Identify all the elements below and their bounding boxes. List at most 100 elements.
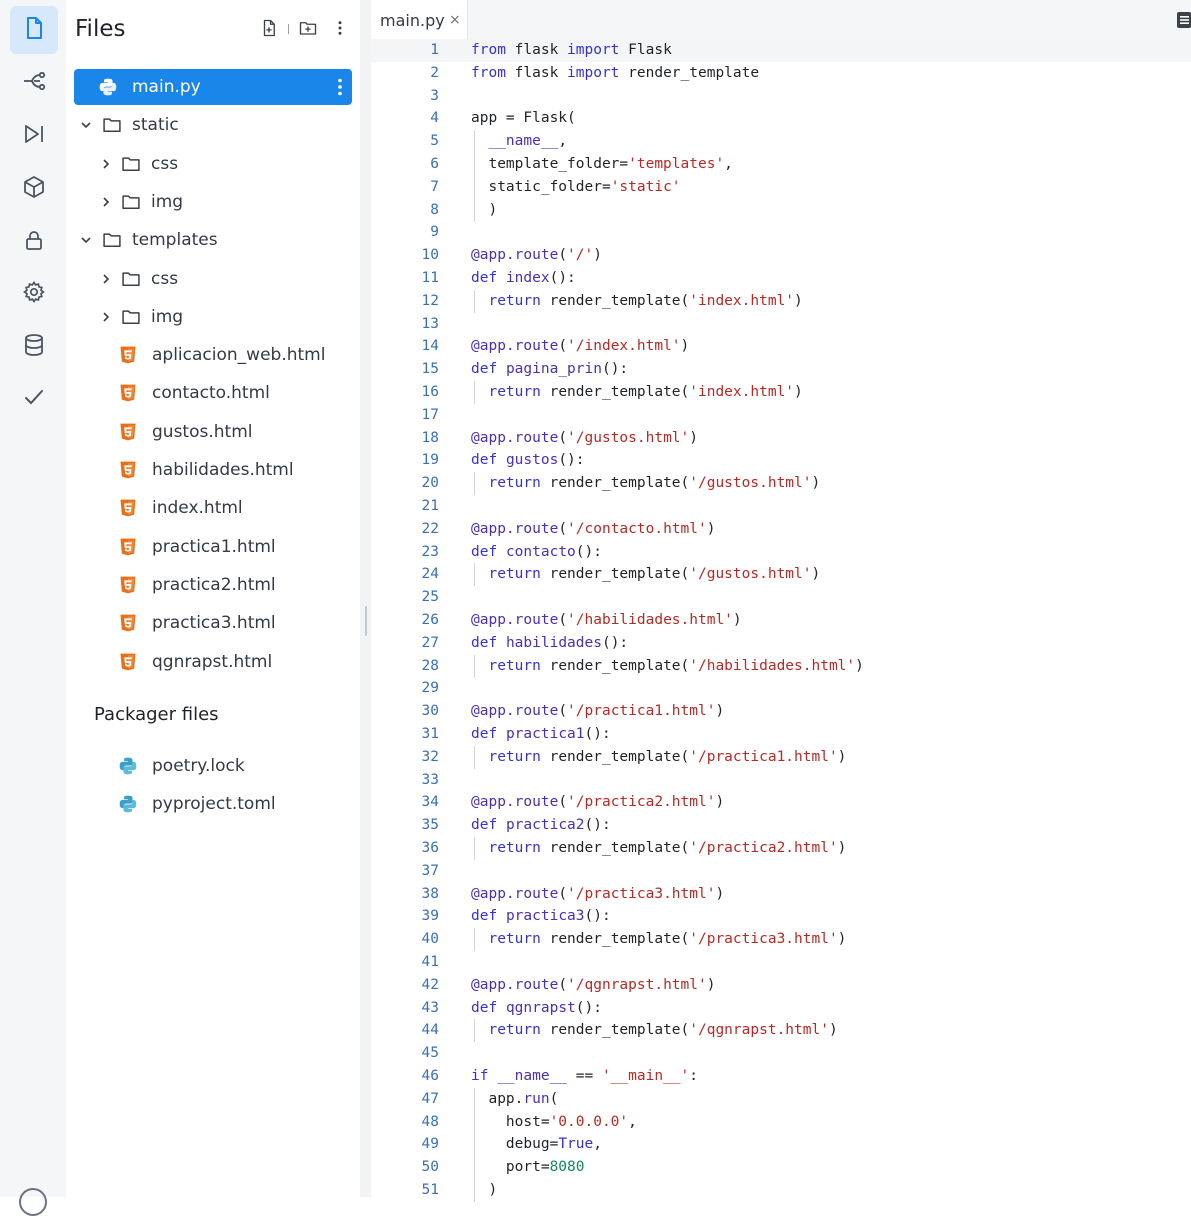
activity-bar — [0, 0, 67, 1216]
code-line[interactable]: 40 return render_template('/practica3.ht… — [371, 928, 1191, 951]
code-line[interactable]: 49 debug=True, — [371, 1133, 1191, 1156]
code-token: ( — [558, 886, 568, 902]
tree-file[interactable]: gustos.html — [74, 414, 352, 450]
code-line[interactable]: 51 ) — [371, 1179, 1191, 1202]
code-line[interactable]: 25 — [371, 586, 1191, 609]
files-menu-button[interactable] — [330, 20, 350, 40]
code-line[interactable]: 30 @app.route('/practica1.html') — [371, 700, 1191, 723]
code-line[interactable]: 28 return render_template('/habilidades.… — [371, 655, 1191, 678]
code-line[interactable]: 18 @app.route('/gustos.html') — [371, 427, 1191, 450]
code-line[interactable]: 5 __name__, — [371, 130, 1191, 153]
new-file-button[interactable] — [259, 19, 279, 40]
code-line[interactable]: 14 @app.route('/index.html') — [371, 335, 1191, 358]
chevron-right-icon[interactable] — [100, 196, 112, 208]
chevron-down-icon[interactable] — [80, 119, 92, 131]
code-line[interactable]: 9 — [371, 221, 1191, 244]
chevron-right-icon[interactable] — [100, 158, 112, 170]
settings-tool-button[interactable] — [10, 270, 58, 318]
tree-file[interactable]: habilidades.html — [74, 452, 352, 488]
more-vertical-icon[interactable] — [338, 78, 342, 96]
code-line[interactable]: 24 return render_template('/gustos.html'… — [371, 563, 1191, 586]
code-line[interactable]: 42 @app.route('/qgnrapst.html') — [371, 974, 1191, 997]
code-line[interactable]: 2 from flask import render_template — [371, 62, 1191, 85]
code-line[interactable]: 1 from flask import Flask — [371, 39, 1191, 62]
chevron-right-icon[interactable] — [100, 311, 112, 323]
code-line[interactable]: 21 — [371, 495, 1191, 518]
tree-file[interactable]: aplicacion_web.html — [74, 337, 352, 373]
tree-file[interactable]: index.html — [74, 490, 352, 526]
git-tool-button[interactable] — [10, 59, 58, 107]
code-line[interactable]: 15 def pagina_prin(): — [371, 358, 1191, 381]
packager-file[interactable]: pyproject.toml — [74, 786, 352, 822]
code-line[interactable]: 26 @app.route('/habilidades.html') — [371, 609, 1191, 632]
code-line[interactable]: 29 — [371, 677, 1191, 700]
code-line[interactable]: 16 return render_template('index.html') — [371, 381, 1191, 404]
code-line[interactable]: 48 host='0.0.0.0', — [371, 1111, 1191, 1134]
tree-file[interactable]: contacto.html — [74, 375, 352, 411]
close-icon[interactable]: × — [449, 12, 461, 28]
run-tool-button[interactable] — [10, 112, 58, 160]
code-line[interactable]: 36 return render_template('/practica2.ht… — [371, 837, 1191, 860]
code-line[interactable]: 37 — [371, 860, 1191, 883]
help-icon[interactable] — [19, 1188, 47, 1216]
code-line[interactable]: 46 if __name__ == '__main__': — [371, 1065, 1191, 1088]
code-token: (): — [575, 544, 602, 560]
code-line[interactable]: 11 def index(): — [371, 267, 1191, 290]
code-line[interactable]: 13 — [371, 313, 1191, 336]
tree-file[interactable]: practica3.html — [74, 605, 352, 641]
code-line[interactable]: 19 def gustos(): — [371, 449, 1191, 472]
code-line[interactable]: 6 template_folder='templates', — [371, 153, 1191, 176]
editor-menu-icon[interactable] — [1177, 11, 1191, 29]
code-line[interactable]: 23 def contacto(): — [371, 541, 1191, 564]
code-line[interactable]: 32 return render_template('/practica1.ht… — [371, 746, 1191, 769]
code-line[interactable]: 43 def qgnrapst(): — [371, 997, 1191, 1020]
tree-folder[interactable]: img — [74, 299, 352, 335]
code-line[interactable]: 34 @app.route('/practica2.html') — [371, 791, 1191, 814]
chevron-right-icon[interactable] — [100, 273, 112, 285]
code-line[interactable]: 12 return render_template('index.html') — [371, 290, 1191, 313]
tab-main-py[interactable]: main.py × — [371, 0, 468, 40]
code-line[interactable]: 7 static_folder='static' — [371, 176, 1191, 199]
code-line[interactable]: 38 @app.route('/practica3.html') — [371, 883, 1191, 906]
files-tool-button[interactable] — [10, 6, 58, 54]
code-token: ) — [706, 977, 716, 993]
code-line[interactable]: 10 @app.route('/') — [371, 244, 1191, 267]
code-line[interactable]: 17 — [371, 404, 1191, 427]
code-line[interactable]: 39 def practica3(): — [371, 905, 1191, 928]
code-line[interactable]: 20 return render_template('/gustos.html'… — [371, 472, 1191, 495]
code-line[interactable]: 35 def practica2(): — [371, 814, 1191, 837]
code-line[interactable]: 44 return render_template('/qgnrapst.htm… — [371, 1019, 1191, 1042]
panel-splitter[interactable] — [360, 0, 371, 1197]
code-token: return — [488, 566, 541, 582]
code-line[interactable]: 45 — [371, 1042, 1191, 1065]
tree-folder[interactable]: img — [74, 184, 352, 220]
code-line[interactable]: 50 port=8080 — [371, 1156, 1191, 1179]
code-line[interactable]: 22 @app.route('/contacto.html') — [371, 518, 1191, 541]
files-panel: Files main.py static css img templates css img… — [66, 0, 360, 1197]
code-line[interactable]: 31 def practica1(): — [371, 723, 1191, 746]
code-line[interactable]: 4 app = Flask( — [371, 107, 1191, 130]
chevron-down-icon[interactable] — [80, 234, 92, 246]
database-tool-button[interactable] — [10, 323, 58, 371]
code-line[interactable]: 3 — [371, 85, 1191, 108]
tree-folder[interactable]: static — [74, 107, 352, 143]
code-line[interactable]: 41 — [371, 951, 1191, 974]
code-line[interactable]: 47 app.run( — [371, 1088, 1191, 1111]
tree-file[interactable]: practica1.html — [74, 529, 352, 565]
secrets-tool-button[interactable] — [10, 218, 58, 266]
code-token: run — [523, 1091, 550, 1107]
packager-file[interactable]: poetry.lock — [74, 748, 352, 784]
splitter-grip[interactable] — [365, 606, 367, 636]
code-line[interactable]: 8 ) — [371, 199, 1191, 222]
code-line[interactable]: 33 — [371, 769, 1191, 792]
tests-tool-button[interactable] — [10, 375, 58, 423]
packages-tool-button[interactable] — [10, 165, 58, 213]
tree-file[interactable]: practica2.html — [74, 567, 352, 603]
code-line[interactable]: 27 def habilidades(): — [371, 632, 1191, 655]
tree-folder[interactable]: css — [74, 146, 352, 182]
tree-folder[interactable]: css — [74, 261, 352, 297]
tree-folder[interactable]: templates — [74, 222, 352, 258]
tree-file[interactable]: qgnrapst.html — [74, 644, 352, 680]
new-folder-button[interactable] — [298, 20, 318, 40]
tree-file[interactable]: main.py — [74, 69, 352, 105]
